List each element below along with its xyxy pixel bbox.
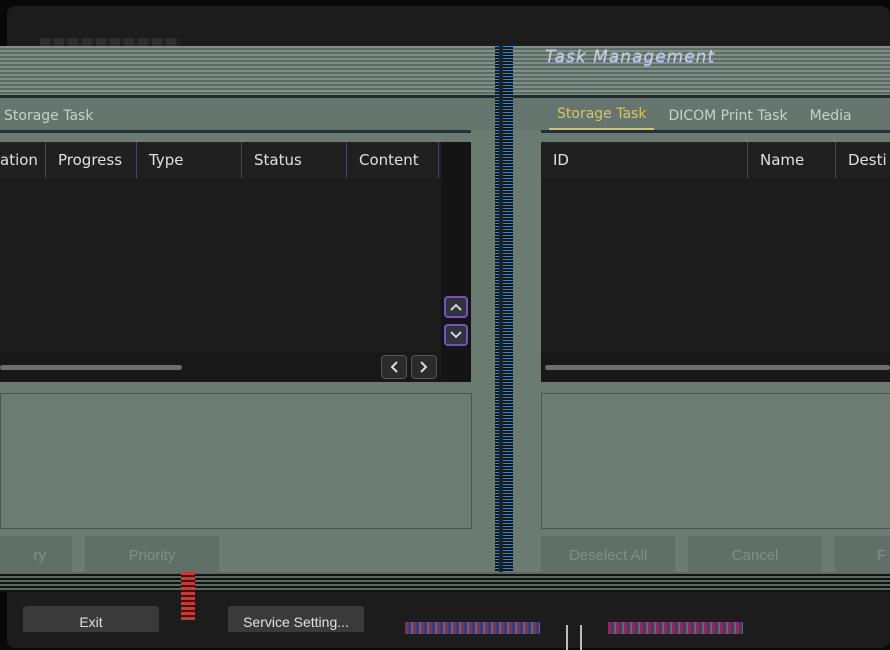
vertical-scrollbar[interactable] (441, 142, 471, 382)
retry-button[interactable]: ry (0, 536, 72, 574)
footer-separator (580, 625, 582, 650)
left-tab-bar: Storage Task (0, 98, 500, 130)
task-detail-box (0, 393, 472, 529)
horizontal-scroll-area (541, 352, 890, 382)
partial-action-button[interactable]: F (835, 536, 890, 574)
tab-storage-task-left[interactable]: Storage Task (0, 108, 101, 130)
column-header-location[interactable]: ation (0, 142, 46, 178)
scroll-down-button[interactable] (444, 324, 468, 346)
horizontal-scroll-thumb[interactable] (545, 365, 890, 370)
scroll-left-button[interactable] (381, 355, 407, 379)
column-header-type[interactable]: Type (137, 142, 242, 178)
column-header-id[interactable]: ID (541, 142, 748, 178)
horizontal-scroll-thumb[interactable] (0, 365, 182, 370)
right-task-table: ID Name Desti (541, 142, 890, 382)
right-tab-bar: Storage Task DICOM Print Task Media (513, 98, 890, 130)
window-title: Task Management (545, 47, 716, 67)
exit-button[interactable]: Exit (23, 606, 159, 632)
left-task-table: ation Progress Type Status Content (0, 142, 441, 382)
column-header-status[interactable]: Status (242, 142, 347, 178)
chevron-left-icon (390, 361, 398, 373)
priority-button[interactable]: Priority (85, 536, 219, 574)
service-setting-button[interactable]: Service Setting... (228, 606, 364, 632)
column-header-destination[interactable]: Desti (836, 142, 890, 178)
footer-separator (566, 625, 568, 650)
right-task-panel: Storage Task DICOM Print Task Media ID N… (513, 46, 890, 576)
chevron-up-icon (450, 303, 462, 311)
tab-underline (0, 130, 471, 133)
left-task-panel: Storage Task ation Progress Type Status … (0, 46, 500, 576)
tab-media[interactable]: Media (802, 108, 860, 130)
column-header-progress[interactable]: Progress (46, 142, 137, 178)
scroll-right-button[interactable] (411, 355, 437, 379)
scroll-up-button[interactable] (444, 296, 468, 318)
task-detail-box (541, 393, 890, 529)
table-header: ID Name Desti (541, 142, 890, 178)
panel-divider (495, 46, 513, 576)
tab-dicom-print-task[interactable]: DICOM Print Task (660, 108, 795, 130)
chevron-down-icon (450, 331, 462, 339)
footer-noise-artifact (405, 622, 540, 634)
panel-header-stripes (0, 46, 500, 98)
tab-underline (541, 130, 890, 133)
cancel-button[interactable]: Cancel (688, 536, 822, 574)
column-header-content[interactable]: Content (347, 142, 439, 178)
table-header: ation Progress Type Status Content (0, 142, 441, 178)
footer-noise-artifact (608, 622, 743, 634)
bottom-stripe-artifact (0, 572, 890, 592)
red-bar-artifact (181, 572, 195, 620)
horizontal-scroll-area (0, 352, 441, 382)
chevron-right-icon (420, 361, 428, 373)
column-header-name[interactable]: Name (748, 142, 836, 178)
deselect-all-button[interactable]: Deselect All (541, 536, 675, 574)
tab-storage-task[interactable]: Storage Task (549, 106, 655, 130)
